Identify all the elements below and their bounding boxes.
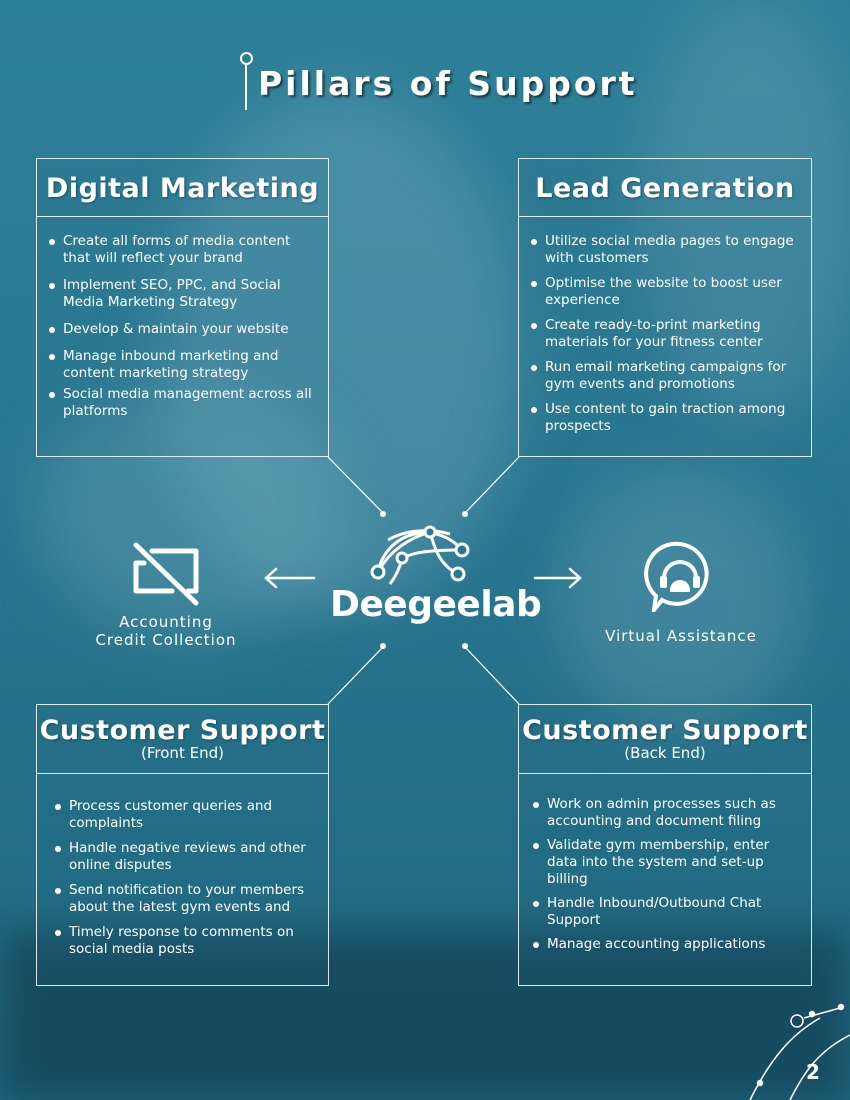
- list-item: Optimise the website to boost user exper…: [531, 275, 801, 309]
- list-item: Work on admin processes such as accounti…: [533, 796, 801, 830]
- list-item: Create all forms of media content that w…: [49, 233, 318, 267]
- corner-decoration: [749, 1003, 850, 1100]
- customer-support-front-header: Customer Support (Front End): [37, 705, 328, 774]
- bullet-icon: [531, 239, 537, 245]
- customer-support-front-box: Customer Support (Front End) Process cus…: [36, 704, 329, 986]
- customer-support-back-box: Customer Support (Back End) Work on admi…: [518, 704, 812, 986]
- list-item: Process customer queries and complaints: [55, 798, 318, 832]
- arrow-right-icon: [533, 567, 582, 589]
- logo-text: Deegeelab: [330, 584, 542, 625]
- bullet-icon: [531, 323, 537, 329]
- customer-support-back-subtitle: (Back End): [624, 744, 706, 762]
- list-item: Social media management across all platf…: [49, 386, 318, 420]
- bullet-icon: [531, 281, 537, 287]
- digital-marketing-box: Digital Marketing Create all forms of me…: [36, 158, 329, 457]
- bullet-icon: [55, 804, 61, 810]
- lead-generation-title: Lead Generation: [535, 173, 795, 204]
- card-crossed-icon: [133, 542, 199, 606]
- bullet-icon: [533, 901, 539, 907]
- bullet-icon: [533, 843, 539, 849]
- bullet-icon: [55, 846, 61, 852]
- list-item: Send notification to your members about …: [55, 882, 318, 916]
- customer-support-front-title: Customer Support: [39, 715, 326, 746]
- page-number: 2: [806, 1060, 820, 1084]
- list-item: Handle Inbound/Outbound Chat Support: [533, 895, 801, 929]
- list-item: Manage accounting applications: [533, 936, 801, 953]
- customer-support-front-list: Process customer queries and complaints …: [55, 798, 318, 968]
- list-item: Utilize social media pages to engage wit…: [531, 233, 801, 267]
- digital-marketing-title: Digital Marketing: [45, 173, 320, 204]
- list-item: Use content to gain traction among prosp…: [531, 401, 801, 435]
- customer-support-back-title: Customer Support: [522, 715, 808, 746]
- bullet-icon: [533, 942, 539, 948]
- globe-network-icon: [370, 525, 470, 585]
- digital-marketing-list: Create all forms of media content that w…: [49, 233, 318, 430]
- deegeelab-logo: Deegeelab: [330, 520, 542, 640]
- bullet-icon: [49, 327, 55, 333]
- list-item: Create ready-to-print marketing material…: [531, 317, 801, 351]
- bullet-icon: [49, 354, 55, 360]
- page-title: Pillars of Support: [258, 64, 638, 103]
- digital-marketing-header: Digital Marketing: [37, 159, 328, 217]
- list-item: Validate gym membership, enter data into…: [533, 837, 801, 888]
- virtual-assistance-label: Virtual Assistance: [605, 627, 757, 645]
- list-item: Run email marketing campaigns for gym ev…: [531, 359, 801, 393]
- bullet-icon: [49, 239, 55, 245]
- list-item: Implement SEO, PPC, and Social Media Mar…: [49, 277, 318, 311]
- list-item: Develop & maintain your website: [49, 321, 318, 338]
- headset-chat-icon: [644, 541, 709, 612]
- lead-generation-header: Lead Generation: [519, 159, 811, 217]
- customer-support-back-list: Work on admin processes such as accounti…: [533, 796, 801, 963]
- lead-generation-box: Lead Generation Utilize social media pag…: [518, 158, 812, 457]
- bullet-icon: [49, 283, 55, 289]
- lead-generation-list: Utilize social media pages to engage wit…: [531, 233, 801, 445]
- title-line: [245, 64, 247, 110]
- bullet-icon: [55, 888, 61, 894]
- accounting-label: Accounting Credit Collection: [95, 613, 237, 649]
- arrow-left-icon: [264, 567, 316, 589]
- bullet-icon: [531, 407, 537, 413]
- bullet-icon: [55, 930, 61, 936]
- bullet-icon: [49, 392, 55, 398]
- list-item: Manage inbound marketing and content mar…: [49, 348, 318, 382]
- customer-support-back-header: Customer Support (Back End): [519, 705, 811, 774]
- customer-support-front-subtitle: (Front End): [141, 744, 224, 762]
- list-item: Timely response to comments on social me…: [55, 924, 318, 958]
- bullet-icon: [533, 802, 539, 808]
- bullet-icon: [531, 365, 537, 371]
- list-item: Handle negative reviews and other online…: [55, 840, 318, 874]
